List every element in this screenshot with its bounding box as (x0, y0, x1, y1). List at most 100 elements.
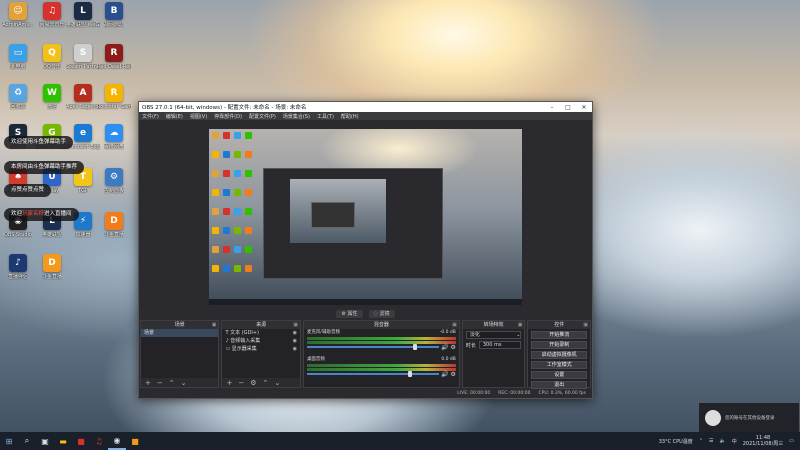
notification-center-icon[interactable]: ▭ (789, 438, 794, 444)
move-up-icon[interactable]: ⌃ (263, 379, 269, 387)
desktop-icon[interactable]: ☁ 百度网盘 (97, 124, 131, 150)
speaker-icon[interactable]: 🔊 (441, 371, 448, 378)
menu-item[interactable]: 编辑(E) (166, 113, 183, 120)
settings-button[interactable]: 设置 (531, 371, 588, 379)
volume-knob[interactable] (413, 344, 418, 350)
volume-knob[interactable] (407, 371, 412, 377)
desktop-icon[interactable]: ▭ 此电脑 (1, 44, 35, 70)
duration-input[interactable]: 300 ms (478, 341, 522, 349)
preview-desktop-icon (234, 227, 241, 234)
gear-icon[interactable]: ⚙ (450, 371, 455, 378)
eye-icon[interactable]: ◉ (293, 345, 297, 353)
desktop-icon[interactable]: L 英雄联盟 WeGame版 (66, 2, 100, 28)
preview-desktop-icon (234, 208, 241, 215)
notification-1[interactable]: 欢迎使用斗鱼弹幕助手 (4, 136, 74, 149)
minimize-icon[interactable]: – (544, 104, 560, 111)
desktop-icon[interactable]: Q QQ音乐 (35, 44, 69, 70)
menu-item[interactable]: 工具(T) (317, 113, 334, 120)
source-item[interactable]: ♪ 音频输入采集 ◉ (222, 337, 299, 345)
desktop-icon-label: Rockstar Games (97, 104, 131, 110)
notification-2[interactable]: 本房间由斗鱼弹幕助手推荐 (4, 161, 85, 174)
undock-icon[interactable]: ▣ (583, 321, 588, 329)
notification-4[interactable]: 欢迎玩家名称进入直播间 (4, 208, 79, 221)
remove-icon[interactable]: − (238, 379, 244, 387)
windows-start-icon[interactable]: ⊞ (0, 432, 18, 450)
notification-3[interactable]: 点赞点赞点赞 (4, 184, 52, 197)
menu-item[interactable]: 视图(V) (190, 113, 207, 120)
file-explorer-icon[interactable]: ▬ (54, 432, 72, 450)
ime-label[interactable]: 中 (732, 438, 737, 445)
gear-icon[interactable]: ⚙ (450, 344, 455, 351)
network-icon[interactable]: ☰ (709, 438, 713, 444)
gear-icon[interactable]: ⚙ (250, 379, 256, 387)
start-streaming-button[interactable]: 开始推流 (531, 331, 588, 339)
douyu-taskbar-icon[interactable]: ■ (126, 432, 144, 450)
toast-notification[interactable]: 您的账号在其他设备登录 (699, 403, 799, 432)
volume-slider[interactable] (306, 344, 439, 350)
desktop-icon[interactable]: R Red Dead Redemption 2 (97, 44, 131, 70)
desktop-icon[interactable]: D 斗鱼直播 (35, 254, 69, 280)
desktop-icon[interactable]: ♻ 回收站 (1, 84, 35, 110)
undock-icon[interactable]: ▣ (452, 321, 457, 329)
audio-meter (306, 337, 456, 340)
undock-icon[interactable]: ▣ (212, 321, 217, 329)
source-item[interactable]: ▭ 显示器采集 ◉ (222, 345, 299, 353)
desktop-icon[interactable]: ♫ 网易云音乐 (35, 2, 69, 28)
douyu-icon: D (105, 212, 123, 230)
transition-select[interactable]: 淡化 ⌄ (465, 331, 522, 339)
desktop-icon[interactable]: S Steam Partner (66, 44, 100, 70)
undock-icon[interactable]: ▣ (518, 321, 523, 329)
menu-item[interactable]: 帮助(H) (341, 113, 359, 120)
source-item[interactable]: T 文本 (GDI+) ◉ (222, 329, 299, 337)
clock[interactable]: 11:48 2021/11/08/周三 (743, 435, 784, 447)
add-icon[interactable]: + (226, 379, 232, 387)
desktop-icon[interactable]: ☺ AdminAms... (1, 2, 35, 28)
speaker-icon[interactable]: 🔊 (441, 344, 448, 351)
maximize-icon[interactable]: □ (560, 104, 576, 111)
search-icon[interactable]: ⌕ (18, 432, 36, 450)
store-icon[interactable]: ■ (72, 432, 90, 450)
studio-mode-button[interactable]: 工作室模式 (531, 361, 588, 369)
properties-button[interactable]: ⚙ 属性 (336, 310, 363, 318)
obs-titlebar[interactable]: OBS 27.0.1 (64-bit, windows) - 配置文件: 未命名… (139, 102, 592, 112)
desktop-icon[interactable]: D 斗鱼直播 (97, 212, 131, 238)
preview-desktop-icon (212, 132, 219, 139)
preview-canvas[interactable] (209, 129, 522, 305)
move-down-icon[interactable]: ⌄ (274, 379, 280, 387)
undock-icon[interactable]: ▣ (293, 321, 298, 329)
volume-slider[interactable] (306, 371, 439, 377)
eye-icon[interactable]: ◉ (293, 337, 297, 345)
menu-item[interactable]: 场景集合(S) (283, 113, 310, 120)
preview-desktop-icon (212, 189, 219, 196)
volume-icon[interactable]: 🔈 (720, 438, 726, 444)
move-up-icon[interactable]: ⌃ (169, 379, 175, 387)
task-view-icon[interactable]: ▣ (36, 432, 54, 450)
add-icon[interactable]: + (145, 379, 151, 387)
preview-desktop-icon (245, 265, 252, 272)
eye-icon[interactable]: ◉ (293, 329, 297, 337)
chevron-up-icon[interactable]: ⌃ (699, 438, 703, 444)
virtual-camera-button[interactable]: 启动虚拟摄像机 (531, 351, 588, 359)
start-recording-button[interactable]: 开始录制 (531, 341, 588, 349)
desktop-icon[interactable]: ♪ 直播伴侣 (1, 254, 35, 280)
desktop-icon[interactable]: B 战网启动 (97, 2, 131, 28)
close-icon[interactable]: ✕ (576, 104, 592, 111)
preview-area[interactable] (139, 120, 592, 312)
desktop-icon[interactable]: ⚙ 控制面板 (97, 168, 131, 194)
exit-button[interactable]: 退出 (531, 381, 588, 389)
desktop-icon[interactable]: R Rockstar Games (97, 84, 131, 110)
filters-button[interactable]: ◌ 滤镜 (368, 310, 395, 318)
desktop-icon[interactable]: W 微信 (35, 84, 69, 110)
menu-item[interactable]: 文件(F) (142, 113, 159, 120)
audio-meter (306, 341, 456, 344)
remove-icon[interactable]: − (157, 379, 163, 387)
audio-meter (306, 364, 456, 367)
music-icon[interactable]: ♫ (90, 432, 108, 450)
menu-item[interactable]: 配置文件(P) (249, 113, 276, 120)
move-down-icon[interactable]: ⌄ (181, 379, 187, 387)
desktop-icon[interactable]: A Apex Legends (66, 84, 100, 110)
scene-item[interactable]: 场景 (141, 329, 219, 337)
obs-window[interactable]: OBS 27.0.1 (64-bit, windows) - 配置文件: 未命名… (138, 101, 593, 399)
obs-taskbar-icon[interactable]: ◉ (108, 432, 126, 450)
menu-item[interactable]: 停靠部件(D) (214, 113, 242, 120)
